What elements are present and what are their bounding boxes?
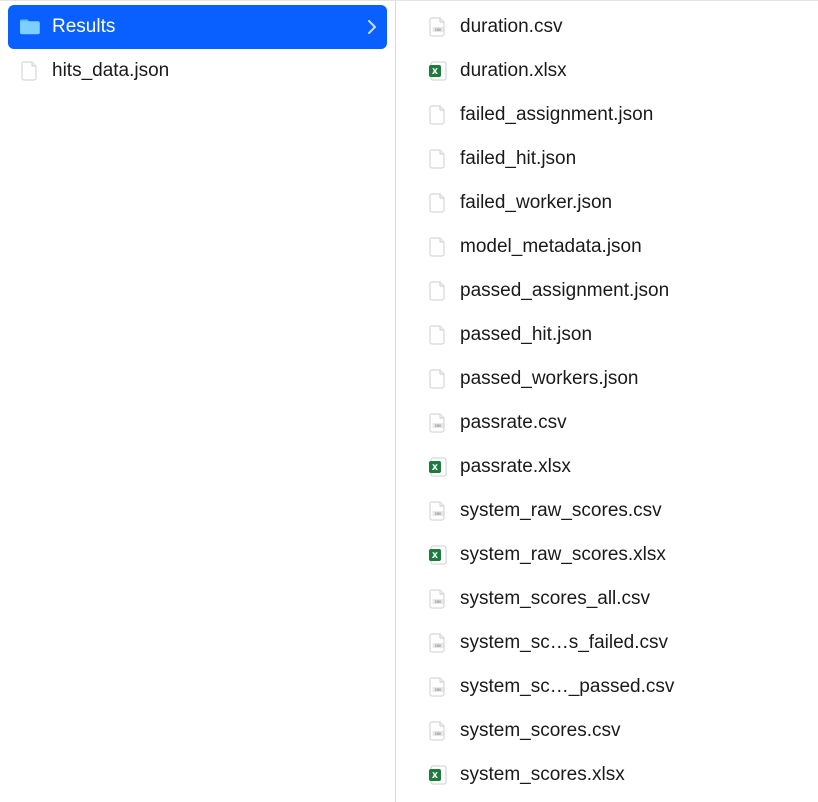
file-item[interactable]: csv system_scores_all.csv [416,577,810,621]
csv-file-icon: csv [426,719,450,743]
svg-text:csv: csv [435,687,442,692]
file-item[interactable]: csv system_raw_scores.csv [416,489,810,533]
svg-text:csv: csv [435,643,442,648]
document-file-icon [426,103,450,127]
item-label: failed_worker.json [460,192,800,214]
csv-file-icon: csv [426,587,450,611]
file-item[interactable]: csv system_scores.csv [416,709,810,753]
item-label: passrate.csv [460,412,800,434]
file-item[interactable]: failed_assignment.json [416,93,810,137]
file-item[interactable]: passed_hit.json [416,313,810,357]
item-label: model_metadata.json [460,236,800,258]
item-label: passed_workers.json [460,368,800,390]
item-label: failed_assignment.json [460,104,800,126]
item-label: passrate.xlsx [460,456,800,478]
item-label: system_sc…_passed.csv [460,676,800,698]
file-item[interactable]: model_metadata.json [416,225,810,269]
folder-item[interactable]: Results [8,5,387,49]
document-file-icon [426,279,450,303]
file-item[interactable]: hits_data.json [8,49,387,93]
file-item[interactable]: csv duration.csv [416,5,810,49]
svg-text:csv: csv [435,511,442,516]
item-label: system_sc…s_failed.csv [460,632,800,654]
item-label: failed_hit.json [460,148,800,170]
file-item[interactable]: passed_workers.json [416,357,810,401]
file-item[interactable]: csv system_sc…s_failed.csv [416,621,810,665]
csv-file-icon: csv [426,499,450,523]
item-label: system_scores.csv [460,720,800,742]
excel-file-icon [426,59,450,83]
item-label: system_scores_all.csv [460,588,800,610]
file-item[interactable]: system_raw_scores.xlsx [416,533,810,577]
item-label: duration.xlsx [460,60,800,82]
item-label: passed_hit.json [460,324,800,346]
svg-text:csv: csv [435,423,442,428]
excel-file-icon [426,763,450,787]
csv-file-icon: csv [426,15,450,39]
chevron-right-icon [367,20,377,34]
svg-text:csv: csv [435,731,442,736]
folder-icon [18,15,42,39]
file-item[interactable]: duration.xlsx [416,49,810,93]
file-item[interactable]: passed_assignment.json [416,269,810,313]
csv-file-icon: csv [426,675,450,699]
item-label: passed_assignment.json [460,280,800,302]
excel-file-icon [426,455,450,479]
item-label: duration.csv [460,16,800,38]
file-item[interactable]: csv passrate.csv [416,401,810,445]
item-label: hits_data.json [52,60,377,82]
document-file-icon [426,367,450,391]
excel-file-icon [426,543,450,567]
file-item[interactable]: failed_hit.json [416,137,810,181]
csv-file-icon: csv [426,631,450,655]
document-file-icon [426,323,450,347]
document-file-icon [18,59,42,83]
csv-file-icon: csv [426,411,450,435]
document-file-icon [426,147,450,171]
file-item[interactable]: csv system_sc…_passed.csv [416,665,810,709]
finder-column-view: Results hits_data.json csv duration.csv … [0,0,818,802]
item-label: system_raw_scores.csv [460,500,800,522]
document-file-icon [426,235,450,259]
file-item[interactable]: system_scores.xlsx [416,753,810,797]
file-item[interactable]: failed_worker.json [416,181,810,225]
file-item[interactable]: passrate.xlsx [416,445,810,489]
document-file-icon [426,191,450,215]
item-label: system_scores.xlsx [460,764,800,786]
svg-text:csv: csv [435,599,442,604]
svg-text:csv: csv [435,27,442,32]
item-label: system_raw_scores.xlsx [460,544,800,566]
item-label: Results [52,16,357,38]
column-child: csv duration.csv duration.xlsx failed_as… [396,1,818,802]
column-parent: Results hits_data.json [0,1,396,802]
